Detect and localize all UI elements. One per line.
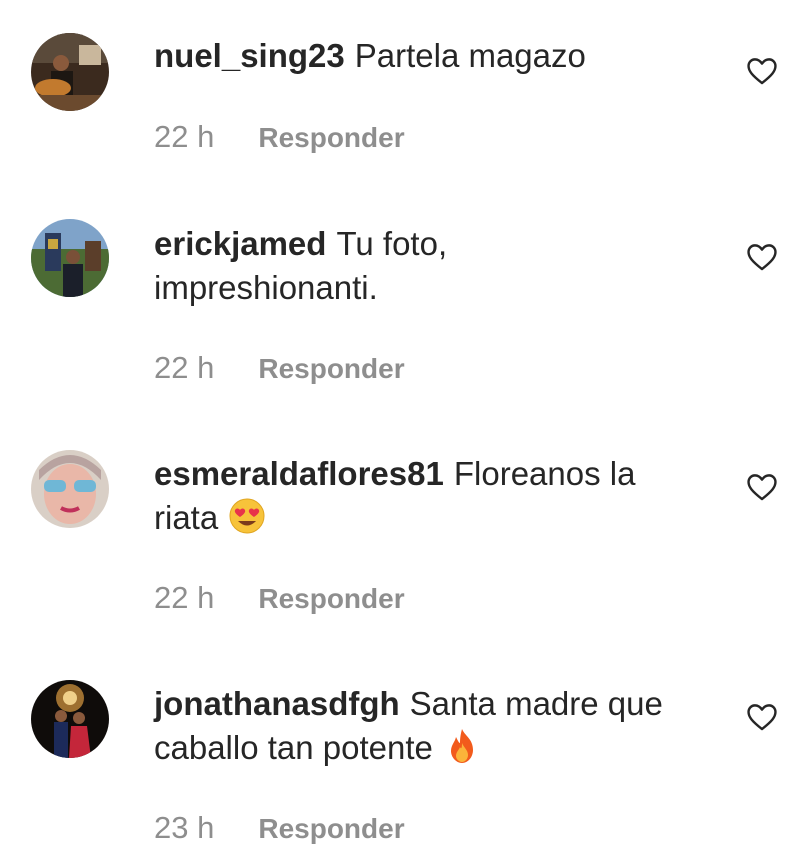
comment-text: esmeraldaflores81 Floreanos la riata (154, 452, 714, 540)
avatar[interactable] (31, 33, 109, 111)
comment-item: erickjamed Tu foto, impreshionanti. 22 h R… (0, 200, 800, 430)
comment-time[interactable]: 23 h (154, 810, 214, 845)
comment-body-continued: riata (154, 499, 219, 536)
comment-body: Partela magazo (354, 37, 586, 74)
comment-meta: 22 h Responder (154, 350, 405, 386)
comment-text: nuel_sing23 Partela magazo (154, 34, 714, 78)
heart-outline-icon[interactable] (745, 54, 779, 88)
comment-body-continued: caballo tan potente (154, 729, 433, 766)
comment-meta: 23 h Responder (154, 810, 405, 846)
reply-button[interactable]: Responder (258, 583, 404, 614)
comment-time[interactable]: 22 h (154, 350, 214, 385)
comment-meta: 22 h Responder (154, 580, 405, 616)
comment-time[interactable]: 22 h (154, 119, 214, 154)
reply-button[interactable]: Responder (258, 353, 404, 384)
comment-body: Tu foto, (336, 225, 448, 262)
comment-body: Floreanos la (453, 455, 636, 492)
avatar[interactable] (31, 450, 109, 528)
heart-outline-icon[interactable] (745, 700, 779, 734)
comment-text: jonathanasdfgh Santa madre que caballo ta… (154, 682, 714, 770)
comment-username[interactable]: esmeraldaflores81 (154, 455, 444, 492)
heart-outline-icon[interactable] (745, 470, 779, 504)
heart-outline-icon[interactable] (745, 240, 779, 274)
comment-username[interactable]: jonathanasdfgh (154, 685, 400, 722)
fire-emoji-icon (443, 727, 481, 765)
comment-text: erickjamed Tu foto, impreshionanti. (154, 222, 714, 310)
comment-body-continued: impreshionanti. (154, 269, 378, 306)
comment-time[interactable]: 22 h (154, 580, 214, 615)
comment-body: Santa madre que (409, 685, 663, 722)
comment-meta: 22 h Responder (154, 119, 405, 155)
reply-button[interactable]: Responder (258, 122, 404, 153)
comment-item: jonathanasdfgh Santa madre que caballo ta… (0, 660, 800, 849)
comment-item: esmeraldaflores81 Floreanos la riata 22 h… (0, 430, 800, 660)
heart-eyes-emoji-icon (228, 497, 266, 535)
avatar[interactable] (31, 680, 109, 758)
comment-username[interactable]: erickjamed (154, 225, 326, 262)
comment-username[interactable]: nuel_sing23 (154, 37, 345, 74)
avatar[interactable] (31, 219, 109, 297)
reply-button[interactable]: Responder (258, 813, 404, 844)
comment-item: nuel_sing23 Partela magazo 22 h Responder (0, 0, 800, 200)
